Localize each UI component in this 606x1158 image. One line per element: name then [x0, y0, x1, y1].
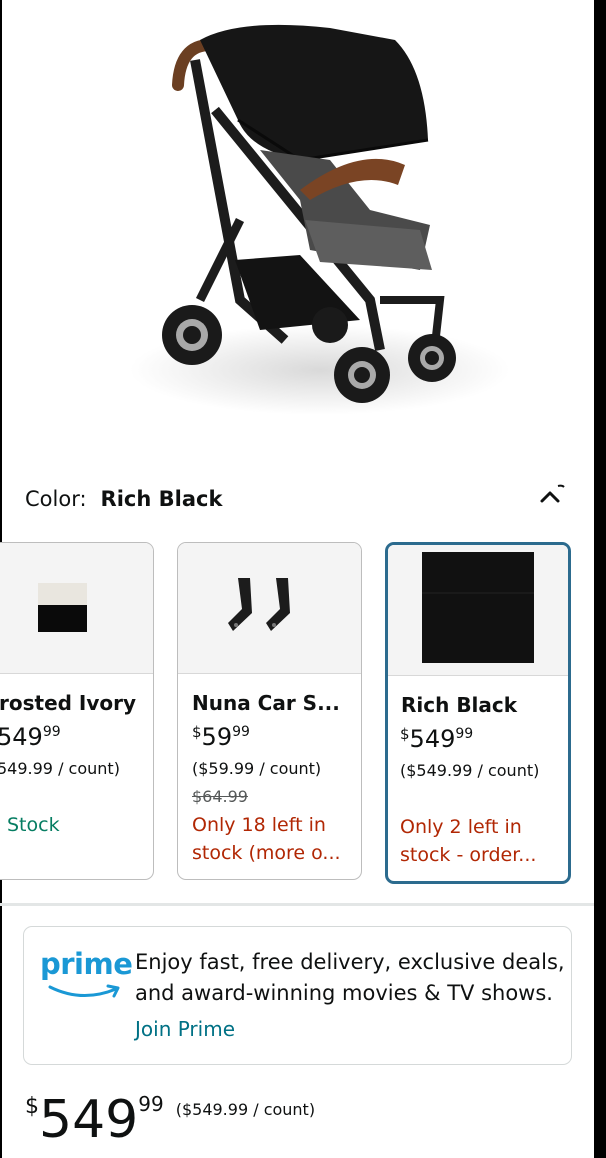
variant-unit-price: ($59.99 / count) — [192, 759, 322, 778]
variant-thumb-adapter — [178, 543, 361, 674]
variant-card-car-seat-adapter[interactable]: Nuna Car S... $5999 ($59.99 / count) $64… — [177, 542, 362, 880]
variant-unit-price: ($549.99 / count) — [400, 761, 540, 780]
section-divider — [0, 903, 594, 906]
selected-color-value: Rich Black — [100, 487, 223, 511]
variant-swatch-rich-black — [388, 545, 568, 676]
variant-name: rosted Ivory — [0, 691, 137, 715]
variant-name: Nuna Car S... — [192, 691, 340, 715]
price-cents: 99 — [138, 1092, 164, 1116]
variant-unit-price: 549.99 / count) — [0, 759, 120, 778]
variant-price: $5999 — [192, 723, 250, 751]
color-label: Color: — [25, 487, 87, 511]
prime-promo-card[interactable]: prime Enjoy fast, free delivery, exclusi… — [23, 926, 572, 1065]
variant-card-frosted-ivory[interactable]: rosted Ivory 54999 549.99 / count) Stock — [0, 542, 154, 880]
variant-swatch-ivory — [0, 543, 153, 674]
price-whole: 549 — [39, 1090, 139, 1150]
collapse-chevron-up-icon[interactable] — [536, 482, 566, 512]
price-symbol: $ — [25, 1094, 39, 1119]
prime-logo: prime — [40, 947, 133, 998]
product-price: $54999 ($549.99 / count) — [25, 1090, 315, 1150]
color-selector-label: Color: Rich Black — [25, 487, 222, 511]
variant-card-rich-black[interactable]: Rich Black $54999 ($549.99 / count) Only… — [385, 542, 571, 884]
variant-stock-status: Only 18 left in stock (more o... — [192, 814, 341, 864]
variant-price: $54999 — [400, 725, 474, 753]
price-unit: ($549.99 / count) — [175, 1100, 316, 1119]
join-prime-link[interactable]: Join Prime — [135, 1017, 235, 1041]
prime-message: Enjoy fast, free delivery, exclusive dea… — [135, 950, 565, 1005]
product-image[interactable] — [0, 0, 594, 470]
variant-list-price: $64.99 — [192, 787, 248, 806]
variant-name: Rich Black — [401, 693, 518, 717]
variant-price: 54999 — [0, 723, 61, 751]
variant-stock-status: Stock — [7, 814, 60, 836]
variant-stock-status: Only 2 left in stock - order... — [400, 816, 537, 866]
screen-edge-right — [594, 0, 606, 1158]
